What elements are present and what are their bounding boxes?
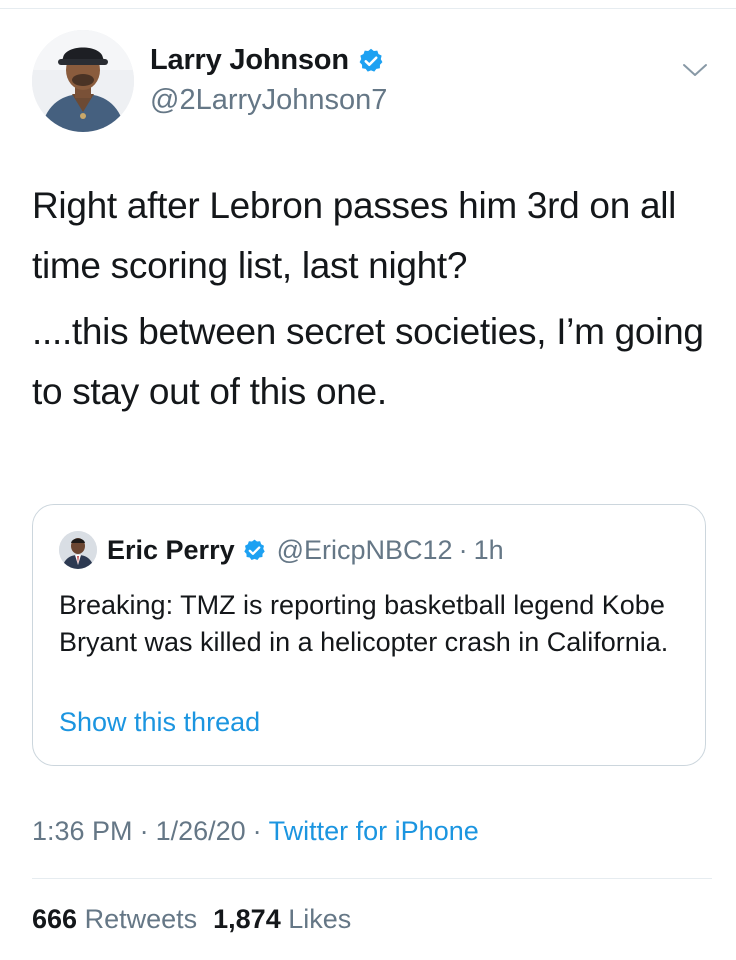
quoted-timestamp: 1h xyxy=(473,534,504,565)
show-thread-link[interactable]: Show this thread xyxy=(59,707,260,738)
quoted-tweet-card[interactable]: Eric Perry @EricpNBC12 · 1h Breaking: TM… xyxy=(32,504,706,766)
likes-label: Likes xyxy=(288,904,352,934)
tweet-body: Right after Lebron passes him 3rd on all… xyxy=(32,176,712,422)
author-avatar[interactable] xyxy=(32,30,134,132)
quoted-tweet-header: Eric Perry @EricpNBC12 · 1h xyxy=(59,531,504,569)
quoted-author-name: Eric Perry xyxy=(107,534,235,565)
meta-separator: · xyxy=(139,816,149,846)
tweet-stats: 666 Retweets 1,874 Likes xyxy=(32,904,351,935)
top-divider xyxy=(0,8,736,9)
tweet-time[interactable]: 1:36 PM xyxy=(32,816,133,846)
tweet-date[interactable]: 1/26/20 xyxy=(156,816,246,846)
stats-divider xyxy=(32,878,712,879)
quoted-separator: · xyxy=(458,534,468,565)
tweet-source-link[interactable]: Twitter for iPhone xyxy=(269,816,479,846)
tweet-paragraph: Right after Lebron passes him 3rd on all… xyxy=(32,185,677,286)
author-display-name[interactable]: Larry Johnson xyxy=(150,44,349,77)
tweet-author-header: Larry Johnson @2LarryJohnson7 xyxy=(32,30,712,140)
author-avatar-image xyxy=(32,30,134,132)
quoted-author-avatar xyxy=(59,531,97,569)
quoted-author-handle: @EricpNBC12 xyxy=(276,534,453,565)
verified-badge-icon xyxy=(359,48,383,72)
tweet-metadata: 1:36 PM · 1/26/20 · Twitter for iPhone xyxy=(32,816,479,847)
quoted-tweet-text: Breaking: TMZ is reporting basketball le… xyxy=(59,590,669,657)
verified-badge-icon xyxy=(243,539,265,560)
retweets-stat[interactable]: 666 Retweets xyxy=(32,904,197,934)
meta-separator: · xyxy=(252,816,262,846)
retweets-label: Retweets xyxy=(84,904,198,934)
chevron-down-icon[interactable] xyxy=(680,60,710,80)
likes-count: 1,874 xyxy=(213,904,281,934)
author-name-row: Larry Johnson xyxy=(150,44,385,77)
likes-stat[interactable]: 1,874 Likes xyxy=(213,904,351,934)
retweets-count: 666 xyxy=(32,904,78,934)
tweet-paragraph: ....this between secret societies, I’m g… xyxy=(32,311,704,412)
author-handle[interactable]: @2LarryJohnson7 xyxy=(150,84,387,117)
quoted-author-avatar-image xyxy=(59,531,97,569)
